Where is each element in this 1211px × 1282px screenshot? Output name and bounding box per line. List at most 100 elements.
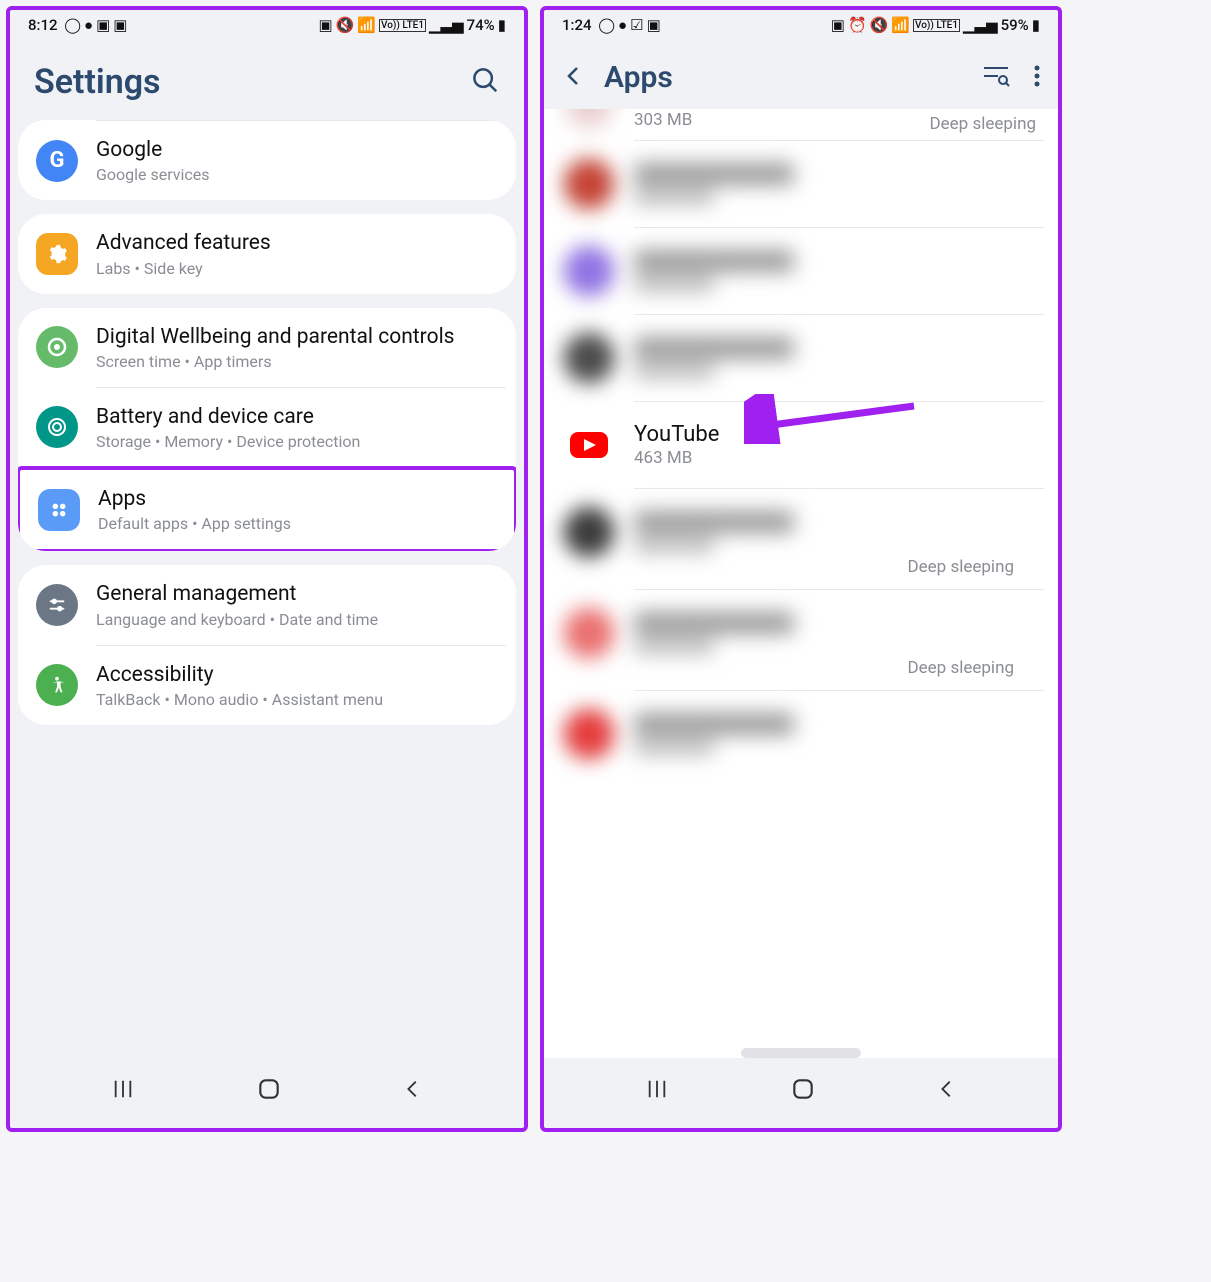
chat-icon: ●: [618, 16, 627, 34]
search-icon[interactable]: [470, 65, 500, 99]
battery-icon: ▮: [498, 16, 506, 34]
item-title: Apps: [98, 486, 496, 512]
item-title: Accessibility: [96, 662, 498, 688]
app-name: [634, 713, 794, 735]
item-sub: Language and keyboard • Date and time: [96, 610, 498, 629]
app-name: [634, 511, 794, 533]
app-size: [634, 363, 714, 379]
app-icon: [564, 246, 614, 296]
battery-care-icon: [36, 406, 78, 448]
recents-button[interactable]: [644, 1078, 670, 1104]
status-time: 1:24: [562, 16, 592, 34]
app-row[interactable]: [544, 141, 1058, 227]
whatsapp-icon: ◯: [595, 16, 616, 34]
battery-icon: ▮: [1032, 16, 1040, 34]
scrollbar-thumb[interactable]: [741, 1048, 861, 1058]
image-icon: ▣: [647, 16, 661, 34]
filter-search-icon[interactable]: [982, 64, 1010, 92]
apps-list[interactable]: 303 MB Deep sleeping YouTube: [544, 109, 1058, 1058]
app-row-youtube[interactable]: YouTube 463 MB: [544, 402, 1058, 488]
settings-item-google[interactable]: G Google Google services: [18, 121, 516, 200]
app-status: Deep sleeping: [930, 114, 1037, 134]
item-title: Google: [96, 137, 498, 163]
back-button[interactable]: [402, 1078, 424, 1104]
app-icon: [564, 608, 614, 658]
battery-saver-icon: ▣: [831, 16, 845, 34]
recents-button[interactable]: [110, 1078, 136, 1104]
apps-screen: 1:24 ◯ ● ☑ ▣ ▣ ⏰ 🔇 📶 Vo)) LTE1 ▁▃▅ 59% ▮…: [540, 6, 1062, 1132]
settings-item-accessibility[interactable]: Accessibility TalkBack • Mono audio • As…: [18, 646, 516, 725]
settings-item-advanced-features[interactable]: Advanced features Labs • Side key: [18, 214, 516, 293]
app-size: [634, 189, 714, 205]
status-time: 8:12: [28, 16, 58, 34]
settings-card: Digital Wellbeing and parental controls …: [18, 308, 516, 552]
app-icon: [564, 333, 614, 383]
app-status: Deep sleeping: [544, 557, 1036, 577]
app-name: [634, 612, 794, 634]
status-bar: 8:12 ◯ ● ▣ ▣ ▣ 🔇 📶 Vo)) LTE1 ▁▃▅ 74% ▮: [10, 10, 524, 36]
back-icon[interactable]: [562, 64, 586, 92]
settings-item-general-management[interactable]: General management Language and keyboard…: [18, 565, 516, 644]
app-name: YouTube: [634, 422, 1038, 447]
app-status: Deep sleeping: [544, 658, 1036, 678]
item-title: Advanced features: [96, 230, 498, 256]
instagram-icon-2: ▣: [113, 16, 127, 34]
app-row[interactable]: [544, 691, 1058, 777]
app-row[interactable]: [544, 228, 1058, 314]
status-bar: 1:24 ◯ ● ☑ ▣ ▣ ⏰ 🔇 📶 Vo)) LTE1 ▁▃▅ 59% ▮: [544, 10, 1058, 36]
home-button[interactable]: [790, 1076, 816, 1106]
navigation-bar: [10, 1058, 524, 1128]
mute-icon: 🔇: [336, 16, 355, 34]
page-title: Settings: [34, 62, 161, 102]
app-row-partial[interactable]: 303 MB Deep sleeping: [544, 109, 1058, 140]
page-title: Apps: [604, 60, 964, 95]
chat-icon: ●: [84, 16, 93, 34]
app-icon: [564, 709, 614, 759]
settings-item-apps[interactable]: Apps Default apps • App settings: [20, 470, 514, 549]
item-title: Digital Wellbeing and parental controls: [96, 324, 498, 350]
app-row[interactable]: [544, 315, 1058, 401]
app-name: [634, 163, 794, 185]
gear-icon: [36, 233, 78, 275]
whatsapp-icon: ◯: [61, 16, 82, 34]
app-name: [634, 250, 794, 272]
sliders-icon: [36, 584, 78, 626]
apps-icon: [38, 489, 80, 531]
signal-icon: ▁▃▅: [963, 16, 998, 34]
settings-card: Advanced features Labs • Side key: [18, 214, 516, 293]
settings-item-battery-care[interactable]: Battery and device care Storage • Memory…: [18, 388, 516, 467]
apps-header: Apps: [544, 36, 1058, 109]
home-button[interactable]: [256, 1076, 282, 1106]
item-sub: Default apps • App settings: [98, 514, 496, 533]
apps-highlight: Apps Default apps • App settings: [18, 466, 516, 551]
item-title: General management: [96, 581, 498, 607]
app-icon: [564, 109, 614, 129]
app-size: [634, 276, 714, 292]
volte-icon: Vo)) LTE1: [379, 19, 426, 32]
settings-item-digital-wellbeing[interactable]: Digital Wellbeing and parental controls …: [18, 308, 516, 387]
battery-percent: 59%: [1001, 16, 1029, 34]
app-icon: [564, 507, 614, 557]
wifi-icon: 📶: [891, 16, 910, 34]
wifi-icon: 📶: [357, 16, 376, 34]
mute-icon: 🔇: [870, 16, 889, 34]
back-button[interactable]: [936, 1078, 958, 1104]
app-name: [634, 337, 794, 359]
item-sub: Screen time • App timers: [96, 352, 498, 371]
more-icon[interactable]: [1034, 64, 1040, 92]
settings-header: Settings: [10, 36, 524, 120]
accessibility-icon: [36, 664, 78, 706]
item-sub: Google services: [96, 165, 498, 184]
app-size: [634, 638, 714, 654]
settings-card: General management Language and keyboard…: [18, 565, 516, 725]
wellbeing-icon: [36, 326, 78, 368]
navigation-bar: [544, 1058, 1058, 1128]
item-sub: TalkBack • Mono audio • Assistant menu: [96, 690, 498, 709]
alarm-icon: ⏰: [848, 16, 867, 34]
app-size: [634, 739, 714, 755]
check-icon: ☑: [630, 16, 643, 34]
signal-icon: ▁▃▅: [429, 16, 464, 34]
settings-list: G Google Google services Advanced featur…: [10, 120, 524, 1058]
app-size: 463 MB: [634, 448, 1038, 468]
item-sub: Storage • Memory • Device protection: [96, 432, 498, 451]
